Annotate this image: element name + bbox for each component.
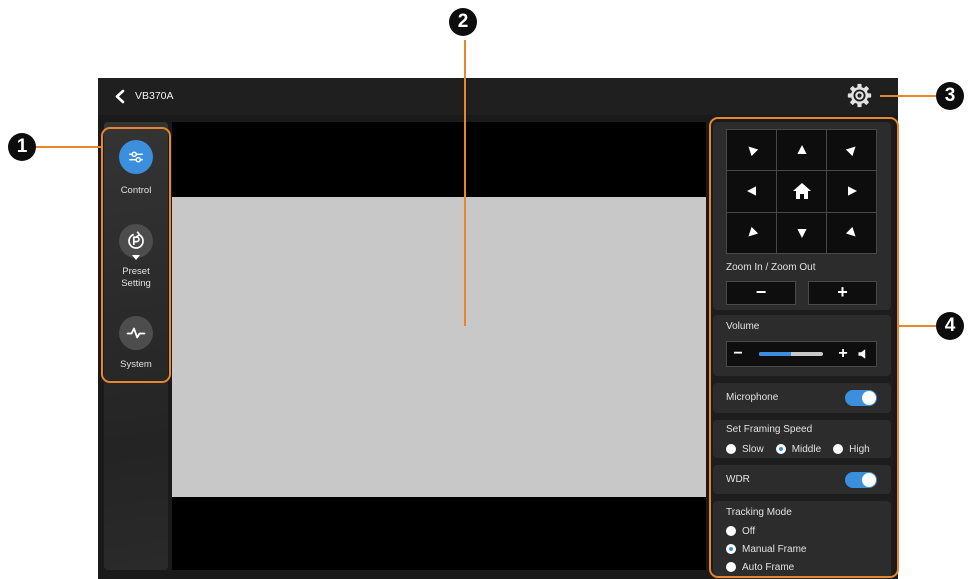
callout-line-2 <box>464 40 466 326</box>
callout-line-1 <box>36 146 101 148</box>
callout-box-control-panel <box>709 117 899 578</box>
top-bar: VB370A <box>98 78 898 115</box>
callout-marker-3: 3 <box>936 82 964 110</box>
callout-line-4 <box>899 325 936 327</box>
gear-icon[interactable] <box>847 83 872 108</box>
callout-line-3 <box>880 95 936 97</box>
callout-marker-1: 1 <box>8 133 36 161</box>
callout-marker-4: 4 <box>936 312 964 340</box>
callout-box-sidebar <box>101 127 171 383</box>
chevron-left-icon[interactable] <box>113 89 127 104</box>
camera-preview-image <box>172 197 706 497</box>
callout-marker-2: 2 <box>449 8 477 36</box>
camera-preview[interactable] <box>172 122 706 570</box>
device-title: VB370A <box>135 90 174 102</box>
